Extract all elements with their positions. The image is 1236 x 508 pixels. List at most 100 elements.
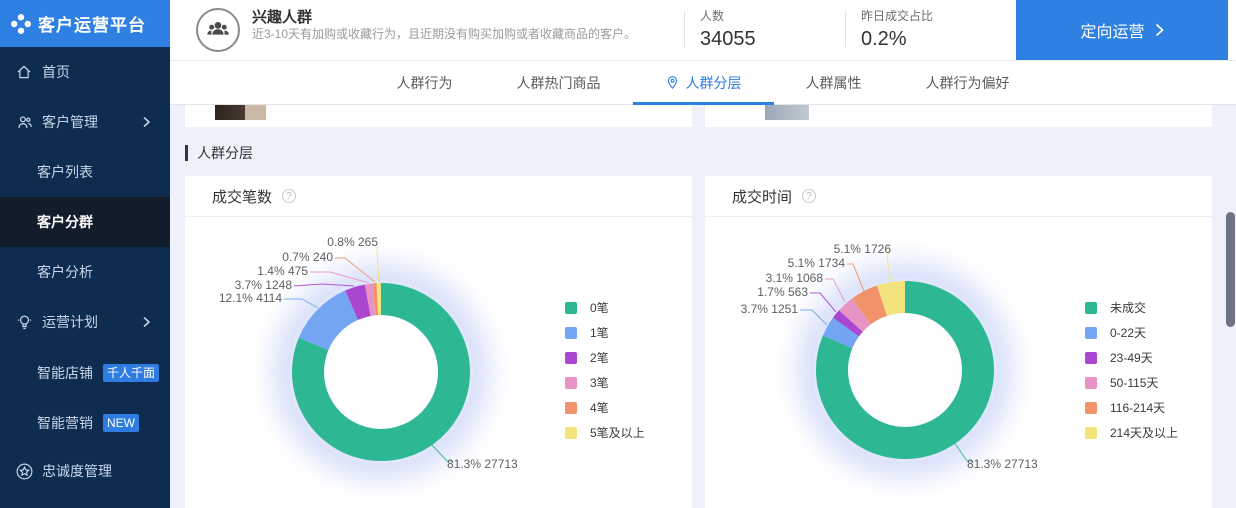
legend-item[interactable]: 4笔 [565,395,645,420]
stat-deal-ratio: 昨日成交占比 0.2% [861,7,933,51]
legend-label: 50-115天 [1110,374,1158,391]
label-line [377,246,379,282]
sidebar-item-customer-management[interactable]: 客户管理 [0,108,170,136]
legend-item[interactable]: 2笔 [565,345,645,370]
targeted-operation-button[interactable]: 定向运营 [1016,0,1228,60]
previous-section-card-left [185,105,692,127]
location-pin-icon [665,75,680,90]
sidebar-item-label: 智能店铺 [37,363,93,383]
legend-item[interactable]: 3笔 [565,370,645,395]
legend-label: 214天及以上 [1110,424,1178,441]
legend-swatch [1085,302,1097,314]
section-marker [185,145,188,161]
sidebar-item-customer-segment-active[interactable]: 客户分群 [0,197,170,247]
group-people-icon [204,16,232,44]
legend-item[interactable]: 5笔及以上 [565,420,645,445]
legend-item[interactable]: 116-214天 [1085,395,1178,420]
stat-value: 34055 [700,28,756,51]
legend-swatch [565,352,577,364]
slice-label: 81.3% 27713 [967,456,1038,472]
sidebar-item-label: 忠诚度管理 [42,461,112,481]
sidebar-item-home[interactable]: 首页 [0,58,170,86]
tab-group-hot-products[interactable]: 人群热门商品 [485,61,633,104]
legend-swatch [1085,327,1097,339]
section-header: 人群分层 [185,143,253,163]
label-line [847,264,864,291]
legend-swatch [565,327,577,339]
stat-value: 0.2% [861,28,933,51]
stat-label: 昨日成交占比 [861,7,933,24]
vertical-scrollbar-thumb[interactable] [1226,212,1235,327]
home-icon [14,62,34,82]
new-badge: NEW [103,414,139,432]
legend-swatch [1085,352,1097,364]
button-label: 定向运营 [1080,18,1144,42]
legend-swatch [565,402,577,414]
card-header: 成交笔数 [185,176,692,217]
legend-label: 116-214天 [1110,399,1165,416]
card-title: 成交笔数 [212,186,272,207]
sidebar-item-operation-plan[interactable]: 运营计划 [0,308,170,336]
tab-group-layering[interactable]: 人群分层 [633,61,774,104]
sidebar-item-label: 运营计划 [42,312,98,332]
product-image-fragment [245,105,266,120]
divider [845,11,846,47]
sidebar-item-label: 客户分群 [37,212,93,232]
slice-label: 81.3% 27713 [447,456,518,472]
label-line [800,310,827,325]
users-icon [14,112,34,132]
chevron-right-icon [142,116,152,128]
tab-label: 人群热门商品 [517,73,601,93]
legend-item[interactable]: 0-22天 [1085,320,1178,345]
chevron-right-icon [1155,23,1164,37]
label-line [284,299,318,308]
smart-shop-badge: 千人千面 [103,364,159,382]
legend-swatch [565,427,577,439]
legend-label: 23-49天 [1110,349,1153,366]
section-title: 人群分层 [197,143,253,163]
sidebar-item-loyalty-management[interactable]: 忠诚度管理 [0,457,170,485]
legend-item[interactable]: 未成交 [1085,295,1178,320]
slice-label: 3.7% 1251 [741,301,798,317]
help-icon[interactable] [802,189,816,203]
legend-item[interactable]: 0笔 [565,295,645,320]
sidebar-item-label: 客户列表 [37,162,93,182]
legend-item[interactable]: 214天及以上 [1085,420,1178,445]
tab-bar: 人群行为 人群热门商品 人群分层 人群属性 人群行为偏好 [170,60,1236,105]
tab-group-behavior-preference[interactable]: 人群行为偏好 [894,61,1042,104]
card-header: 成交时间 [705,176,1212,217]
tab-label: 人群行为 [397,73,453,93]
chart-card-deal-count: 成交笔数 0.8% 265 0.7% 240 1.4% 475 3.7% 124… [185,176,692,508]
label-line [294,284,354,286]
pinwheel-logo-icon [10,13,32,35]
star-circle-icon [14,461,34,481]
chart-card-deal-time: 成交时间 5.1% 1726 5.1% 1734 3.1% 1068 1.7% … [705,176,1212,508]
legend-item[interactable]: 23-49天 [1085,345,1178,370]
sidebar: 客户运营平台 首页 客户管理 客户列表 客户分群 客户分析 [0,0,170,508]
donut-chart-deal-time: 5.1% 1726 5.1% 1734 3.1% 1068 1.7% 563 3… [706,217,1211,507]
avatar [196,8,240,52]
legend-label: 1笔 [590,324,609,341]
group-name: 兴趣人群 [252,6,312,27]
previous-section-card-right [705,105,1212,127]
group-description: 近3-10天有加购或收藏行为，且近期没有购买加购或者收藏商品的客户。 [252,26,684,42]
tab-group-attributes[interactable]: 人群属性 [774,61,894,104]
sidebar-item-label: 客户管理 [42,112,98,132]
divider [684,11,685,47]
tab-group-behavior[interactable]: 人群行为 [365,61,485,104]
legend-swatch [1085,402,1097,414]
sidebar-item-label: 首页 [42,62,70,82]
content-area: 人群分层 成交笔数 0.8% 265 0.7% 240 1. [170,105,1236,508]
chevron-right-icon [142,316,152,328]
legend-label: 未成交 [1110,299,1146,316]
slice-label: 0.8% 265 [327,234,378,250]
help-icon[interactable] [282,189,296,203]
tab-label: 人群属性 [806,73,862,93]
sidebar-item-label: 智能营销 [37,413,93,433]
label-line [810,293,836,312]
legend-label: 0笔 [590,299,609,316]
product-image-fragment [215,105,245,120]
app-logo[interactable]: 客户运营平台 [0,0,170,47]
legend-item[interactable]: 1笔 [565,320,645,345]
legend-item[interactable]: 50-115天 [1085,370,1178,395]
